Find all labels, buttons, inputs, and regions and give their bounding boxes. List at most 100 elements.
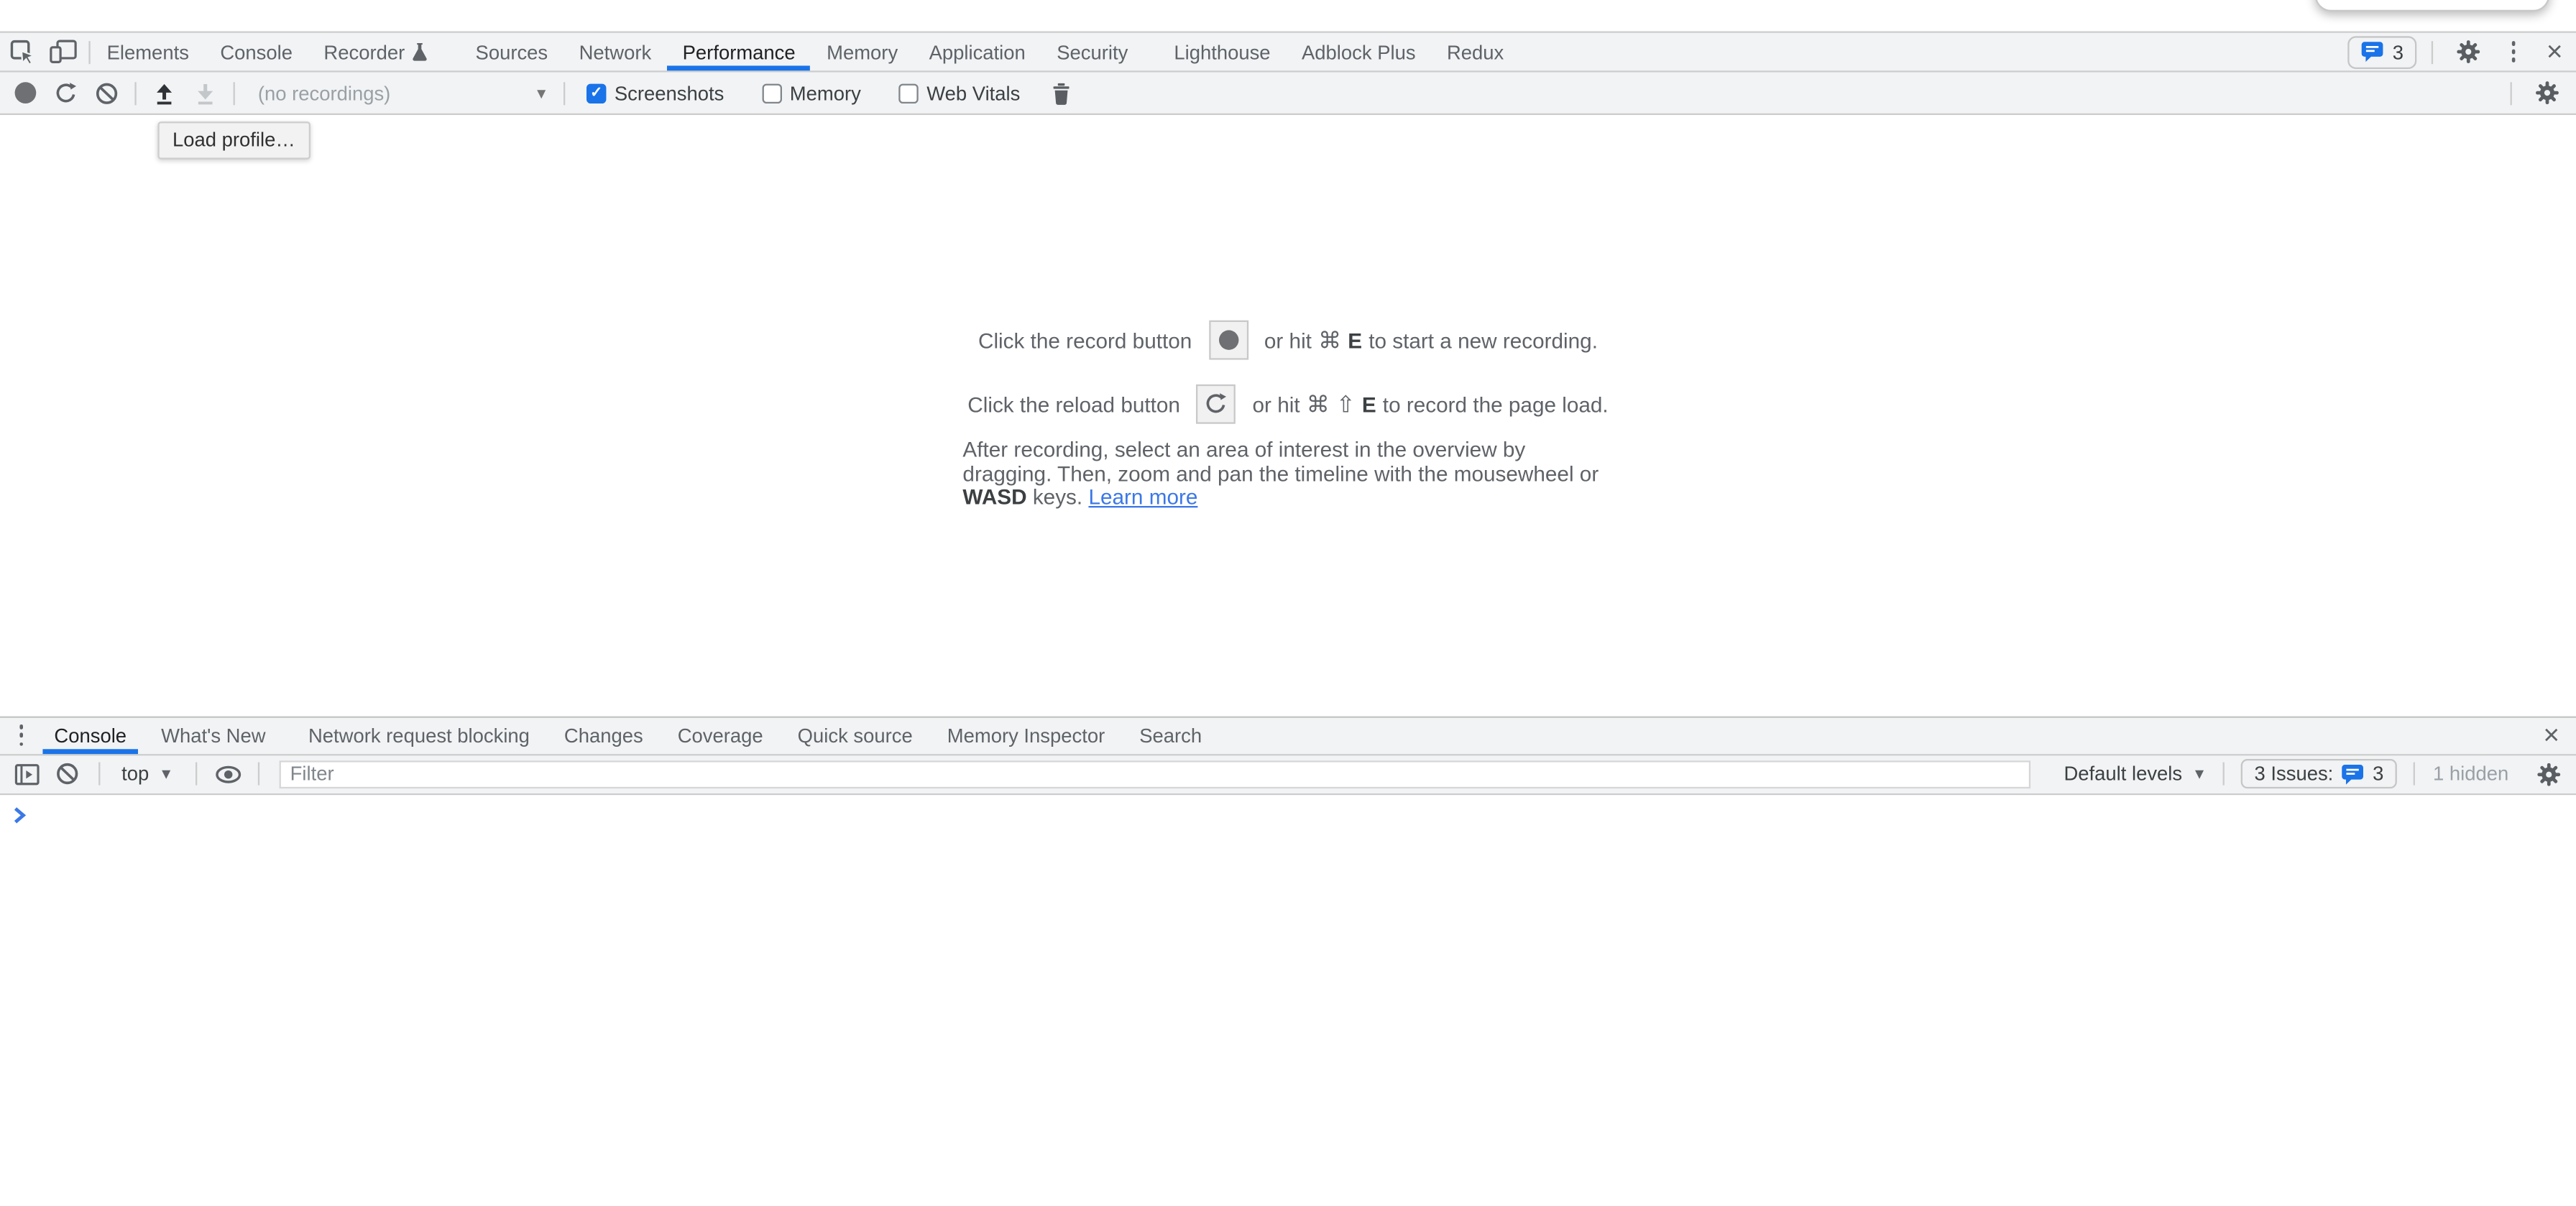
chevron-down-icon: ▼: [2192, 766, 2207, 783]
inspect-element-button[interactable]: [4, 34, 43, 70]
trash-icon: [1052, 81, 1071, 104]
reload-button-illustration[interactable]: [1197, 385, 1236, 424]
kebab-menu-icon: [19, 724, 23, 746]
tab-elements[interactable]: Elements: [107, 33, 189, 71]
issues-counter-button[interactable]: 3: [2348, 35, 2416, 68]
recordings-select[interactable]: (no recordings) ▼: [243, 76, 558, 109]
console-filter-input[interactable]: [279, 760, 2031, 788]
divider: [2414, 763, 2415, 786]
tab-adblock-plus[interactable]: Adblock Plus: [1302, 33, 1416, 71]
panel-tabs: Elements Console Recorder Sources Networ…: [107, 33, 1504, 71]
ban-icon: [56, 763, 79, 786]
log-levels-select[interactable]: Default levels ▼: [2051, 763, 2220, 786]
issues-button[interactable]: 3 Issues: 3: [2241, 760, 2396, 789]
browser-popup-corner: [2315, 0, 2550, 11]
gear-icon: [2455, 40, 2480, 64]
shift-key-glyph: ⇧: [1336, 390, 1356, 418]
capture-settings-button[interactable]: [2526, 75, 2566, 111]
tab-sources[interactable]: Sources: [476, 33, 548, 71]
drawer-tab-changes[interactable]: Changes: [564, 717, 643, 753]
tab-recorder[interactable]: Recorder: [323, 33, 429, 71]
record-icon: [1218, 331, 1238, 350]
sidebar-play-icon: [14, 763, 38, 785]
drawer-tabbar: Console What's New Network request block…: [0, 716, 2576, 755]
after-recording-paragraph: After recording, select an area of inter…: [962, 439, 1613, 510]
tab-memory[interactable]: Memory: [827, 33, 898, 71]
cmd-key-glyph: ⌘: [1318, 326, 1341, 354]
screenshots-checkbox[interactable]: ✓ Screenshots: [586, 81, 724, 104]
console-prompt-icon: [13, 806, 26, 824]
issues-bubble-icon: [2342, 763, 2365, 785]
drawer-tab-network-request-blocking[interactable]: Network request blocking: [308, 717, 530, 753]
clear-console-button[interactable]: [47, 756, 87, 792]
record-instruction-line: Click the record button or hit ⌘ E to st…: [978, 321, 1598, 360]
tab-network[interactable]: Network: [579, 33, 652, 71]
tab-security[interactable]: Security: [1057, 33, 1128, 71]
close-drawer-button[interactable]: ×: [2536, 717, 2566, 753]
drawer-tab-whats-new[interactable]: What's New: [161, 717, 265, 753]
drawer-tabs: Console What's New Network request block…: [54, 717, 1202, 753]
reload-and-record-button[interactable]: [46, 75, 86, 111]
tab-application[interactable]: Application: [929, 33, 1026, 71]
gear-icon: [2536, 762, 2560, 786]
flask-icon: [411, 41, 429, 63]
drawer-tab-memory-inspector[interactable]: Memory Inspector: [947, 717, 1105, 753]
drawer-tab-search[interactable]: Search: [1139, 717, 1202, 753]
divider: [2223, 763, 2225, 786]
close-icon: ×: [2547, 38, 2563, 66]
kebab-menu-icon: [2511, 41, 2516, 63]
learn-more-link[interactable]: Learn more: [1088, 485, 1197, 510]
drawer-tab-console[interactable]: Console: [54, 717, 126, 753]
performance-toolbar: (no recordings) ▼ ✓ Screenshots Memory W…: [0, 73, 2576, 115]
ban-icon: [96, 81, 119, 104]
gear-icon: [2534, 80, 2559, 105]
reload-icon: [1205, 393, 1228, 416]
save-profile-button[interactable]: [185, 75, 225, 111]
divider: [88, 40, 90, 63]
drawer-tab-coverage[interactable]: Coverage: [678, 717, 763, 753]
tab-redux[interactable]: Redux: [1447, 33, 1504, 71]
tab-console[interactable]: Console: [220, 33, 293, 71]
tab-performance[interactable]: Performance: [683, 33, 796, 71]
divider: [234, 81, 235, 104]
eye-icon: [215, 765, 242, 783]
load-profile-tooltip: Load profile…: [157, 121, 310, 160]
checkbox-icon: [898, 83, 918, 102]
divider: [98, 763, 100, 786]
inspect-cursor-icon: [10, 39, 37, 65]
record-button[interactable]: [5, 75, 45, 111]
cmd-key-glyph: ⌘: [1307, 390, 1330, 418]
close-icon: ×: [2543, 722, 2559, 750]
settings-button[interactable]: [2448, 34, 2488, 70]
main-tabbar: Elements Console Recorder Sources Networ…: [0, 31, 2576, 72]
console-sidebar-toggle-button[interactable]: [8, 756, 44, 792]
divider: [134, 81, 136, 104]
reload-instruction-line: Click the reload button or hit ⌘ ⇧ E to …: [967, 385, 1608, 424]
drawer-menu-button[interactable]: [10, 717, 33, 753]
divider: [2511, 81, 2512, 104]
chevron-down-icon: ▼: [534, 85, 548, 101]
device-toolbar-button[interactable]: [42, 34, 82, 70]
download-icon: [194, 81, 217, 104]
divider: [195, 763, 196, 786]
console-settings-button[interactable]: [2529, 756, 2568, 792]
close-devtools-button[interactable]: ×: [2540, 34, 2570, 70]
delete-recording-button[interactable]: [1041, 75, 1081, 111]
load-profile-button[interactable]: [144, 75, 184, 111]
browser-strip: [0, 0, 2576, 31]
perf-toolbar-right: [2511, 75, 2567, 111]
record-button-illustration[interactable]: [1208, 321, 1248, 360]
tab-lighthouse[interactable]: Lighthouse: [1174, 33, 1270, 71]
divider: [257, 763, 259, 786]
drawer-tab-quick-source[interactable]: Quick source: [798, 717, 913, 753]
upload-icon: [153, 81, 176, 104]
devtools-window: Elements Console Recorder Sources Networ…: [0, 0, 2576, 1206]
console-toolbar: top ▼ Default levels ▼ 3 Issues: 3: [0, 755, 2576, 795]
create-live-expression-button[interactable]: [208, 756, 247, 792]
javascript-context-select[interactable]: top ▼: [111, 763, 183, 786]
web-vitals-checkbox[interactable]: Web Vitals: [898, 81, 1020, 104]
clear-recordings-button[interactable]: [87, 75, 126, 111]
more-options-button[interactable]: [2502, 34, 2525, 70]
memory-checkbox[interactable]: Memory: [762, 81, 861, 104]
console-body[interactable]: [0, 795, 2576, 1206]
